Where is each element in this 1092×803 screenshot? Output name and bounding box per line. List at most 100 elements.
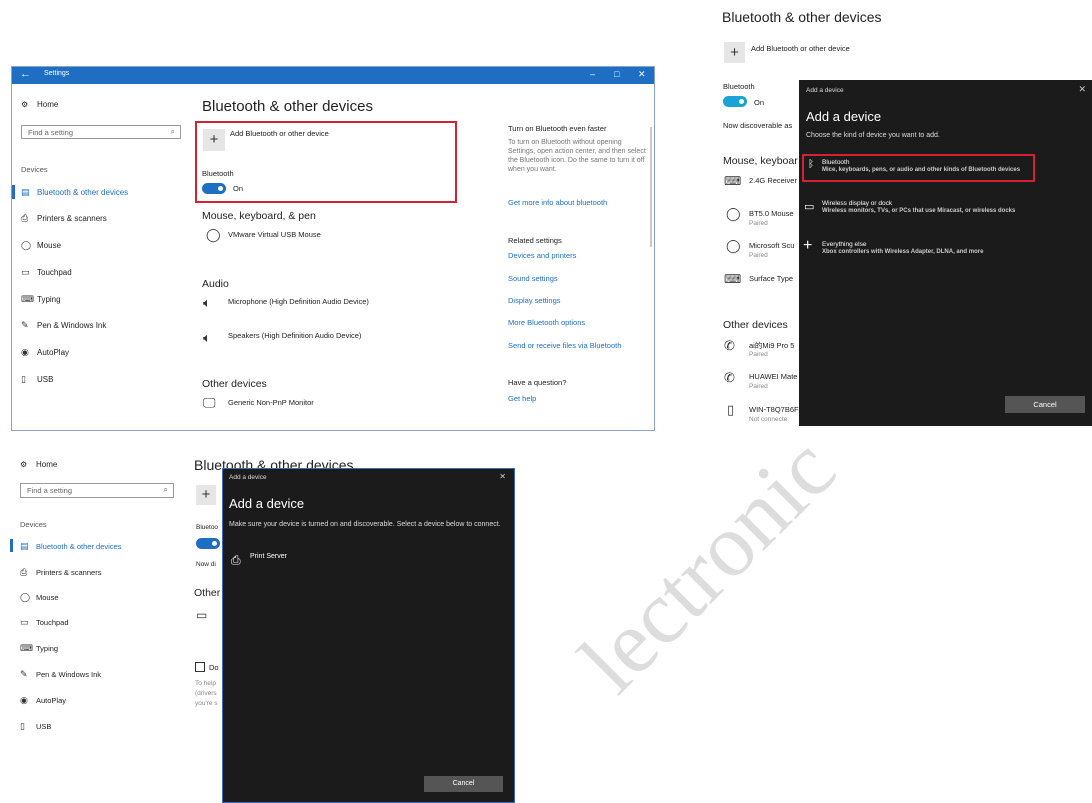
sidebar-item-autoplay[interactable]: ◉ AutoPlay [21,347,69,358]
mouse-icon: ◯ [726,206,741,221]
bluetooth-state: On [754,98,765,107]
gear-icon: ⚙ [20,460,28,469]
option-desc: Xbox controllers with Wireless Adapter, … [822,249,984,255]
sidebar-item-typing[interactable]: ⌨ Typing [21,294,61,305]
back-arrow-icon[interactable]: ← [20,68,31,80]
option-wireless-display[interactable]: Wireless display or dock Wireless monito… [822,200,1015,214]
add-device-button[interactable]: + [724,42,745,63]
link-devices-printers[interactable]: Devices and printers [508,251,576,260]
bluetooth-label: Bluetoo [196,524,219,531]
sidebar-item-pen[interactable]: ✎ Pen & Windows Ink [20,669,101,680]
tip-text: To turn on Bluetooth without opening Set… [508,139,646,173]
device-print-server[interactable]: Print Server [250,553,287,560]
sidebar-item-usb[interactable]: ▯ USB [21,374,53,385]
title-bar: ← Settings – □ ✕ [12,67,654,84]
pen-icon: ✎ [20,669,28,679]
option-bluetooth[interactable]: Bluetooth Mice, keyboards, pens, or audi… [822,159,1020,173]
sidebar-item-bluetooth[interactable]: ▤ Bluetooth & other devices [20,541,121,552]
dialog-heading: Add a device [229,496,305,511]
sidebar-item-bluetooth[interactable]: ▤ Bluetooth & other devices [21,187,128,198]
search-input[interactable]: Find a setting ⌕ [21,125,181,139]
close-icon[interactable]: ✕ [1078,84,1086,95]
device-status: Paired [749,252,768,259]
device-speakers[interactable]: Speakers (High Definition Audio Device) [228,331,361,340]
close-icon[interactable]: ✕ [499,472,506,481]
device-microphone[interactable]: Microphone (High Definition Audio Device… [228,297,369,306]
cancel-button[interactable]: Cancel [424,776,503,792]
keyboard-icon: ⌨ [724,174,742,188]
device-name[interactable]: WIN-T8Q7B6F [749,405,799,414]
checkbox-label: Do [209,663,219,672]
add-device-dialog: Add a device ✕ Add a device Choose the k… [799,80,1092,426]
device-name[interactable]: 2.4G Receiver [749,176,797,185]
search-icon: ⌕ [163,485,168,494]
link-bluetooth-info[interactable]: Get more info about bluetooth [508,198,607,207]
monitor-icon: 🖵︎ [203,395,216,410]
nav-home[interactable]: ⚙ Home [21,100,58,109]
tip-heading: Turn on Bluetooth even faster [508,124,607,133]
keyboard-icon: ⌨ [21,294,34,304]
touchpad-icon: ▭ [20,617,29,627]
speaker-icon: 🔈︎ [203,295,211,310]
search-input[interactable]: Find a setting ⌕ [20,483,174,498]
sidebar-item-label: Typing [37,295,61,304]
sidebar-item-typing[interactable]: ⌨ Typing [20,643,58,654]
bluetooth-toggle[interactable] [196,538,220,549]
sidebar-item-touchpad[interactable]: ▭ Touchpad [20,617,69,628]
option-everything-else[interactable]: Everything else Xbox controllers with Wi… [822,241,983,255]
scrollbar[interactable] [650,127,652,247]
add-device-label[interactable]: Add Bluetooth or other device [230,129,329,138]
link-display-settings[interactable]: Display settings [508,296,561,305]
minimize-icon[interactable]: – [590,69,595,79]
mouse-icon: ◯ [20,592,31,602]
sidebar-item-mouse[interactable]: ◯ Mouse [20,592,59,603]
sidebar-item-label: Mouse [37,241,62,250]
sidebar-item-touchpad[interactable]: ▭ Touchpad [21,267,72,278]
keyboard-icon: ⌨ [20,643,33,653]
link-more-bluetooth[interactable]: More Bluetooth options [508,318,585,327]
cancel-button[interactable]: Cancel [1005,396,1085,413]
sidebar-item-autoplay[interactable]: ◉ AutoPlay [20,695,66,706]
device-name[interactable]: HUAWEI Mate [749,372,797,381]
device-status: Paired [749,383,768,390]
nav-home[interactable]: ⚙ Home [20,460,57,469]
device-name[interactable]: Microsoft Scu [749,241,794,250]
close-icon[interactable]: ✕ [638,69,646,80]
sidebar-item-label: Pen & Windows Ink [37,321,107,330]
link-sound-settings[interactable]: Sound settings [508,274,558,283]
keyboard-icon: ⌨ [724,272,742,286]
active-indicator [12,185,15,199]
sidebar-item-printers[interactable]: ⎙ Printers & scanners [21,213,107,224]
sidebar-item-usb[interactable]: ▯ USB [20,721,51,732]
help-text-line: To help [195,680,216,687]
maximize-icon[interactable]: □ [614,69,619,79]
sidebar-item-mouse[interactable]: ◯ Mouse [21,240,61,251]
device-vmware-mouse[interactable]: VMware Virtual USB Mouse [228,230,321,239]
link-get-help[interactable]: Get help [508,394,536,403]
device-monitor[interactable]: Generic Non-PnP Monitor [228,398,314,407]
speaker-icon: 🔈︎ [203,330,211,345]
sidebar-item-printers[interactable]: ⎙ Printers & scanners [20,567,101,578]
option-title: Bluetooth [822,159,850,166]
link-send-receive[interactable]: Send or receive files via Bluetooth [508,341,621,350]
phone-icon: ✆ [724,338,735,353]
add-device-button[interactable]: + [196,485,216,505]
checkbox[interactable] [195,662,205,672]
usb-icon: ▯ [20,721,25,731]
bluetooth-devices-icon: ▤ [21,187,30,197]
device-name[interactable]: Surface Type [749,274,793,283]
section-audio: Audio [202,278,229,290]
add-device-label[interactable]: Add Bluetooth or other device [751,44,850,53]
sidebar-item-label: AutoPlay [36,696,67,705]
autoplay-icon: ◉ [21,347,29,357]
bluetooth-toggle[interactable] [202,183,226,194]
add-device-button[interactable]: + [203,129,225,151]
device-name[interactable]: BT5.0 Mouse [749,209,794,218]
bluetooth-toggle[interactable] [723,96,747,107]
computer-icon: ▯ [727,402,735,417]
sidebar-item-pen[interactable]: ✎ Pen & Windows Ink [21,320,106,331]
device-name[interactable]: ai的Mi9 Pro 5 [749,340,794,351]
pen-icon: ✎ [21,320,29,330]
usb-icon: ▯ [21,374,26,384]
printer-icon: ⎙ [21,213,29,223]
